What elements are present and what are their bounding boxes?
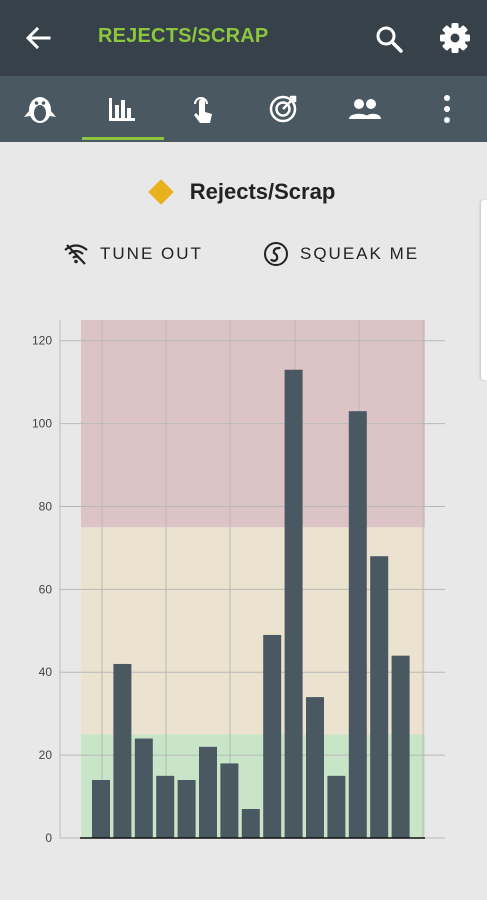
y-tick-label: 0 (45, 831, 52, 845)
chart-bar (177, 779, 196, 838)
penguin-icon (24, 97, 56, 123)
chart-bar (113, 663, 132, 838)
search-icon[interactable] (372, 22, 406, 56)
tab-touch[interactable] (162, 76, 242, 142)
squeak-me-button[interactable]: SQUEAK ME (262, 236, 419, 272)
people-icon (349, 99, 381, 119)
chart-bar (391, 655, 410, 838)
rejects-bar-chart: 0 20 40 60 80 100 120 (32, 320, 445, 845)
tab-target[interactable] (243, 76, 323, 142)
selected-tab-indicator (82, 137, 164, 140)
tab-people[interactable] (325, 76, 405, 142)
more-options-button[interactable] (407, 76, 487, 142)
y-tick-label: 80 (39, 499, 53, 513)
chart-bar (263, 634, 282, 838)
tune-out-button[interactable]: TUNE OUT (62, 236, 203, 272)
y-tick-label: 60 (39, 582, 53, 596)
status-diamond-icon (148, 179, 174, 205)
chart-bar (284, 369, 303, 838)
chart-bar (220, 763, 239, 838)
chart-bar (327, 775, 346, 838)
chart-bar (92, 779, 110, 838)
page-header: Rejects/Scrap (0, 172, 487, 212)
chart-bar (348, 411, 367, 838)
app-bar: REJECTS/SCRAP (0, 0, 487, 76)
page-title: Rejects/Scrap (189, 179, 336, 204)
chart-bar (370, 556, 389, 838)
y-tick-label: 20 (39, 748, 53, 762)
target-icon (269, 95, 297, 123)
more-vert-icon (444, 95, 450, 123)
tab-bar-chart[interactable] (82, 76, 162, 142)
chart-bar (199, 746, 217, 838)
tab-penguin[interactable] (0, 76, 80, 142)
chart-bar (241, 808, 260, 838)
chart-bar (306, 697, 324, 838)
chart-bar (134, 738, 153, 838)
touch-icon (194, 97, 212, 123)
y-tick-label: 120 (32, 334, 52, 348)
squeak-icon (262, 240, 290, 268)
squeak-me-label: SQUEAK ME (300, 244, 420, 263)
wifi-off-icon (62, 240, 90, 268)
chart-bar (156, 775, 175, 838)
arrow-back-icon[interactable] (22, 22, 54, 54)
gear-icon[interactable] (437, 20, 473, 56)
y-tick-label: 40 (39, 665, 53, 679)
bar-chart-icon (109, 98, 135, 121)
y-tick-label: 100 (32, 417, 52, 431)
tune-out-label: TUNE OUT (100, 244, 203, 263)
app-title: REJECTS/SCRAP (98, 25, 269, 47)
tab-bar (0, 76, 487, 142)
